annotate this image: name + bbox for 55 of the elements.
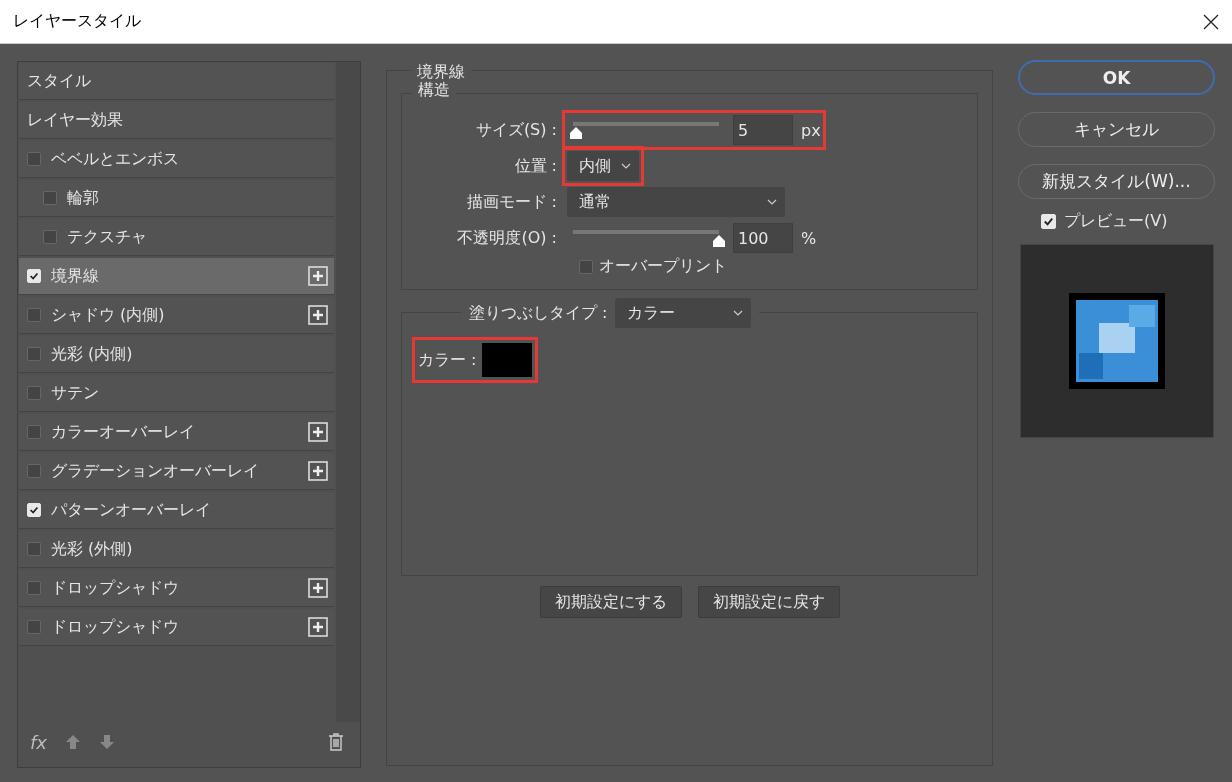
chevron-down-icon — [621, 163, 631, 169]
field-label: 塗りつぶしタイプ : — [469, 302, 608, 324]
plus-icon[interactable] — [308, 422, 328, 442]
size-field[interactable]: 5 — [733, 115, 793, 145]
checkbox[interactable] — [27, 542, 41, 556]
unit-label: % — [801, 228, 817, 248]
fill-type-dropdown[interactable]: カラー — [615, 298, 752, 328]
field-label: 位置 : — [513, 155, 558, 177]
arrow-down-icon[interactable] — [99, 734, 115, 750]
slider-track[interactable] — [573, 230, 719, 234]
color-swatch[interactable] — [482, 343, 533, 377]
field-label: サイズ(S) : — [474, 119, 558, 141]
group-title: 境界線 — [411, 62, 471, 82]
dialog-button[interactable]: OK — [1018, 60, 1215, 95]
checkbox-label: オーバープリント — [599, 256, 727, 277]
checkbox[interactable] — [27, 581, 41, 595]
chevron-down-icon — [767, 199, 777, 205]
dialog-button[interactable]: 新規スタイル(W)... — [1018, 164, 1215, 199]
unit-label: px — [801, 120, 821, 140]
arrow-up-icon[interactable] — [65, 734, 81, 750]
reset-button[interactable]: 初期設定に戻す — [697, 586, 840, 618]
checkbox[interactable] — [579, 259, 593, 274]
checkbox[interactable] — [27, 620, 41, 634]
dialog-button[interactable]: キャンセル — [1018, 112, 1215, 147]
checkbox[interactable] — [27, 308, 41, 322]
checkbox[interactable] — [27, 425, 41, 439]
checkbox-label: プレビュー(V) — [1064, 211, 1168, 232]
close-icon[interactable] — [1202, 12, 1220, 31]
position-dropdown[interactable]: 内側 — [567, 151, 639, 181]
blend-mode-dropdown[interactable]: 通常 — [567, 187, 785, 217]
field-label: 描画モード : — [465, 191, 558, 213]
window-title: レイヤースタイル — [13, 11, 141, 32]
slider-thumb[interactable] — [712, 234, 726, 248]
plus-icon[interactable] — [308, 461, 328, 481]
plus-icon[interactable] — [308, 266, 328, 286]
field-label: カラー : — [418, 349, 477, 371]
checkbox[interactable] — [27, 347, 41, 361]
checkbox[interactable] — [43, 230, 57, 244]
plus-icon[interactable] — [308, 305, 328, 325]
trash-icon[interactable] — [328, 733, 344, 751]
checkbox[interactable] — [27, 386, 41, 400]
effect-list-item[interactable]: 境界線 — [19, 258, 334, 295]
plus-icon[interactable] — [308, 578, 328, 598]
group-title: 構造 — [412, 80, 456, 100]
slider-track[interactable] — [573, 122, 719, 126]
checkbox[interactable] — [27, 464, 41, 478]
slider-thumb[interactable] — [568, 126, 583, 140]
checkbox[interactable] — [43, 191, 57, 205]
plus-icon[interactable] — [308, 617, 328, 637]
fx-menu[interactable]: fx — [30, 731, 47, 753]
field-label: 不透明度(O) : — [456, 227, 558, 249]
reset-button[interactable]: 初期設定にする — [539, 586, 682, 618]
checkbox[interactable] — [27, 152, 41, 166]
opacity-field[interactable]: 100 — [733, 223, 793, 253]
chevron-down-icon — [733, 310, 744, 316]
